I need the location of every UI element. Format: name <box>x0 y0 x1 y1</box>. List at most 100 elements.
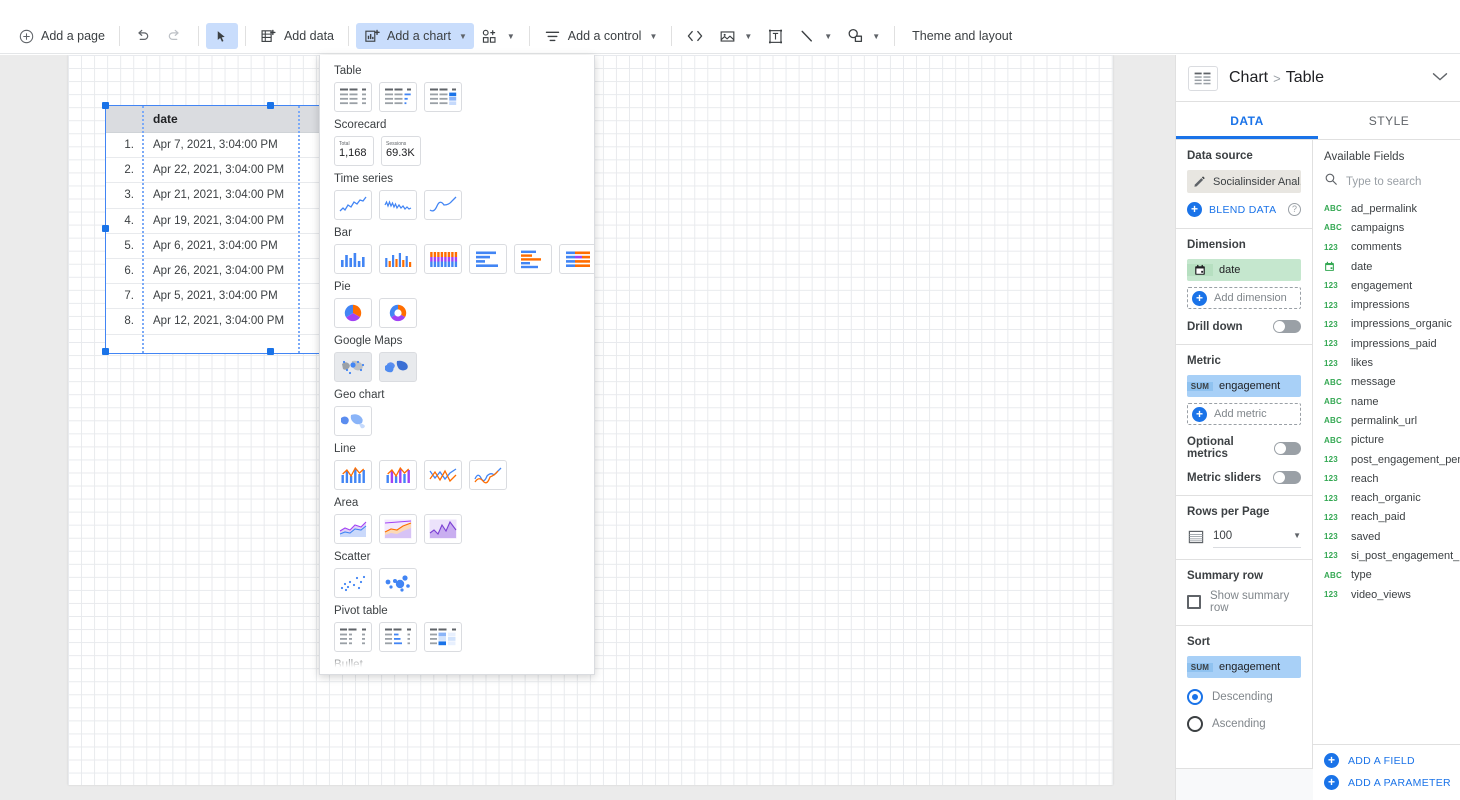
add-a-field-button[interactable]: + ADD A FIELD <box>1324 753 1460 768</box>
chart-tile-table-heatmap[interactable] <box>424 82 462 112</box>
theme-and-layout-button[interactable]: Theme and layout <box>902 29 1022 43</box>
show-summary-row-option[interactable]: Show summary row <box>1187 590 1301 614</box>
available-field-item[interactable]: 123 post_engagement_per... <box>1313 450 1460 469</box>
optional-metrics-toggle[interactable] <box>1274 441 1301 455</box>
dimension-field-chip[interactable]: date <box>1187 259 1301 281</box>
add-page-button[interactable]: Add a page <box>10 23 112 49</box>
available-field-item[interactable]: 123 likes <box>1313 353 1460 372</box>
chart-tile-pivot-plain[interactable] <box>334 622 372 652</box>
sort-descending-option[interactable]: Descending <box>1187 689 1301 705</box>
sort-field-chip[interactable]: SUM engagement <box>1187 656 1301 678</box>
add-chart-dropdown-menu[interactable]: Table Scorecard Total 1,168 Sessions 69.3K Tim… <box>319 55 595 675</box>
available-field-item[interactable]: 123 reach <box>1313 469 1460 488</box>
chart-tile-line-combo-stacked[interactable] <box>379 460 417 490</box>
panel-collapse-chevron-icon[interactable] <box>1432 72 1448 85</box>
resize-handle-middle-left[interactable] <box>102 225 109 232</box>
community-visualization-button[interactable]: ▼ <box>474 23 522 49</box>
available-field-item[interactable]: 123 video_views <box>1313 585 1460 604</box>
insert-line-button[interactable]: ▼ <box>791 23 839 49</box>
available-field-item[interactable]: 123 si_post_engagement_... <box>1313 546 1460 565</box>
chart-tile-line-combo[interactable] <box>334 460 372 490</box>
drill-down-toggle[interactable] <box>1273 320 1301 333</box>
chart-tile-scorecard-total[interactable]: Total 1,168 <box>334 136 374 166</box>
summary-row-checkbox[interactable] <box>1187 595 1201 609</box>
chart-tile-pivot-heatmap[interactable] <box>424 622 462 652</box>
chart-tile-table-plain[interactable] <box>334 82 372 112</box>
available-field-item[interactable]: date <box>1313 257 1460 276</box>
chart-tile-table-bars[interactable] <box>379 82 417 112</box>
chart-tile-area-stacked[interactable] <box>379 514 417 544</box>
chart-tile-bar-column[interactable] <box>334 244 372 274</box>
chart-tile-maps-bubble[interactable] <box>334 352 372 382</box>
chart-tile-geo-chart[interactable] <box>334 406 372 436</box>
data-source-pill[interactable]: Socialinsider Anal... <box>1187 170 1301 193</box>
descending-radio[interactable] <box>1187 689 1203 705</box>
add-control-button[interactable]: Add a control ▼ <box>537 23 665 49</box>
redo-button[interactable] <box>159 23 191 49</box>
chart-tile-bar-horizontal-grouped[interactable] <box>514 244 552 274</box>
sort-ascending-option[interactable]: Ascending <box>1187 716 1301 732</box>
chart-tile-bar-horizontal[interactable] <box>469 244 507 274</box>
resize-handle-top-left[interactable] <box>102 102 109 109</box>
available-field-item[interactable]: 123 impressions <box>1313 295 1460 314</box>
resize-handle-bottom-left[interactable] <box>102 348 109 355</box>
available-field-item[interactable]: 123 reach_paid <box>1313 508 1460 527</box>
insert-text-button[interactable] <box>759 23 791 49</box>
chart-tile-pivot-bars[interactable] <box>379 622 417 652</box>
available-field-item[interactable]: ABC message <box>1313 373 1460 392</box>
field-search-row[interactable]: Type to search <box>1313 172 1460 191</box>
field-search-input[interactable]: Type to search <box>1346 176 1421 188</box>
chevron-down-icon[interactable]: ▼ <box>1293 531 1301 540</box>
table-column-header-date[interactable]: date <box>143 112 178 126</box>
chart-tile-scatter-plot[interactable] <box>334 568 372 598</box>
available-field-item[interactable]: ABC campaigns <box>1313 218 1460 237</box>
chart-tile-timeseries-smooth[interactable] <box>424 190 462 220</box>
available-field-item[interactable]: ABC picture <box>1313 431 1460 450</box>
available-field-item[interactable]: ABC permalink_url <box>1313 411 1460 430</box>
insert-shape-button[interactable]: ▼ <box>839 23 887 49</box>
add-dimension-button[interactable]: + Add dimension <box>1187 287 1301 309</box>
help-question-icon[interactable]: ? <box>1288 203 1301 216</box>
insert-image-button[interactable]: ▼ <box>711 23 759 49</box>
chart-tile-scorecard-sessions[interactable]: Sessions 69.3K <box>381 136 421 166</box>
available-field-item[interactable]: 123 engagement <box>1313 276 1460 295</box>
embed-code-button[interactable] <box>679 23 711 49</box>
add-data-button[interactable]: Add data <box>253 23 341 49</box>
chart-tile-area-overlay[interactable] <box>424 514 462 544</box>
chart-tile-pie-chart[interactable] <box>334 298 372 328</box>
chart-tile-area-chart[interactable] <box>334 514 372 544</box>
chart-tile-maps-filled[interactable] <box>379 352 417 382</box>
chart-tile-bar-stacked[interactable] <box>424 244 462 274</box>
resize-handle-top-center[interactable] <box>267 102 274 109</box>
chart-tile-timeseries-line[interactable] <box>334 190 372 220</box>
chart-tile-line-smooth[interactable] <box>469 460 507 490</box>
undo-button[interactable] <box>127 23 159 49</box>
pencil-edit-icon[interactable] <box>1187 175 1211 188</box>
available-field-item[interactable]: 123 reach_organic <box>1313 488 1460 507</box>
select-tool-button[interactable] <box>205 23 238 49</box>
add-chart-button[interactable]: Add a chart ▼ <box>356 23 474 49</box>
metric-sliders-toggle[interactable] <box>1273 471 1301 484</box>
rows-per-page-select[interactable]: 100 ▼ <box>1187 526 1301 548</box>
blend-data-row[interactable]: + BLEND DATA ? <box>1187 202 1301 217</box>
available-field-item[interactable]: 123 saved <box>1313 527 1460 546</box>
chart-tile-line-chart[interactable] <box>424 460 462 490</box>
resize-handle-bottom-center[interactable] <box>267 348 274 355</box>
available-field-item[interactable]: 123 comments <box>1313 238 1460 257</box>
chart-tile-bar-grouped[interactable] <box>379 244 417 274</box>
available-field-item[interactable]: 123 impressions_paid <box>1313 334 1460 353</box>
metric-field-chip[interactable]: SUM engagement <box>1187 375 1301 397</box>
ascending-radio[interactable] <box>1187 716 1203 732</box>
available-field-item[interactable]: ABC name <box>1313 392 1460 411</box>
chart-tile-bar-horizontal-stacked[interactable] <box>559 244 594 274</box>
add-a-parameter-button[interactable]: + ADD A PARAMETER <box>1324 775 1460 790</box>
available-field-item[interactable]: ABC type <box>1313 566 1460 585</box>
chart-tile-donut-chart[interactable] <box>379 298 417 328</box>
chart-tile-timeseries-dense[interactable] <box>379 190 417 220</box>
chart-tile-bubble-chart[interactable] <box>379 568 417 598</box>
available-field-item[interactable]: ABC ad_permalink <box>1313 199 1460 218</box>
add-metric-button[interactable]: + Add metric <box>1187 403 1301 425</box>
tab-data[interactable]: DATA <box>1176 102 1318 139</box>
tab-style[interactable]: STYLE <box>1318 102 1460 139</box>
available-field-item[interactable]: 123 impressions_organic <box>1313 315 1460 334</box>
